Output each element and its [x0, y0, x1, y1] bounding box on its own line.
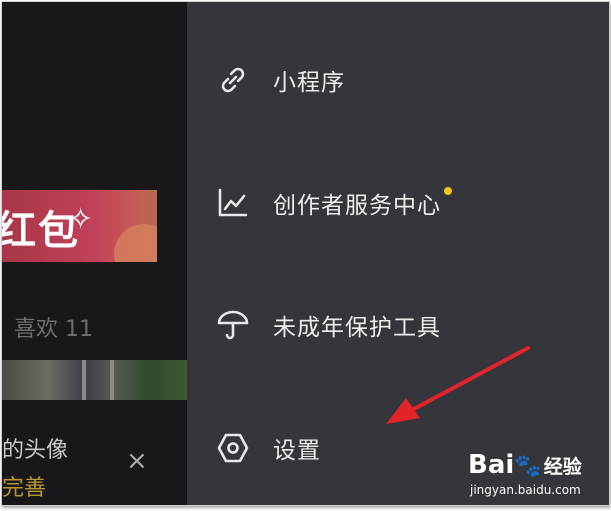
- paw-icon: 🐾: [514, 454, 542, 479]
- watermark-logo-text: Bai: [468, 450, 515, 480]
- complete-profile-link[interactable]: 完善: [2, 470, 46, 502]
- avatar-prompt-text: 的头像: [2, 438, 69, 463]
- hexagon-settings-icon: [215, 430, 251, 466]
- baidu-jingyan-watermark: Bai🐾 经验 jingyan.baidu.com: [468, 450, 608, 502]
- watermark-logo: Bai🐾 经验: [468, 450, 582, 480]
- menu-item-label: 设置: [273, 438, 321, 464]
- likes-tab[interactable]: 喜欢 11: [14, 311, 93, 343]
- screenshot-frame: 红包 ✧ 喜欢 11 的头像 完善 × 小程序 创作者服务中心 未成年保护工具 …: [1, 1, 610, 506]
- promo-banner[interactable]: 红包 ✧: [2, 190, 157, 262]
- menu-item-label: 小程序: [273, 70, 345, 96]
- image-detail: [110, 360, 114, 400]
- menu-item-mini-programs[interactable]: 小程序: [215, 58, 345, 102]
- notification-dot: [444, 187, 452, 195]
- umbrella-icon: [215, 307, 251, 343]
- close-icon[interactable]: ×: [126, 448, 148, 474]
- image-detail: [82, 360, 86, 400]
- link-icon: [215, 62, 251, 98]
- background-page: 红包 ✧ 喜欢 11 的头像 完善 ×: [2, 2, 187, 505]
- chart-icon: [215, 185, 251, 221]
- menu-item-label: 创作者服务中心: [273, 193, 441, 219]
- banner-decoration: [114, 224, 157, 262]
- watermark-logo-suffix: 经验: [543, 456, 582, 478]
- menu-item-label: 未成年保护工具: [273, 315, 441, 341]
- watermark-url: jingyan.baidu.com: [470, 483, 581, 497]
- thumbnail-image[interactable]: [2, 360, 187, 400]
- annotation-arrow: [386, 346, 530, 424]
- menu-item-minor-protection[interactable]: 未成年保护工具: [215, 303, 441, 347]
- sparkle-icon: ✧: [68, 202, 94, 237]
- menu-item-creator-center[interactable]: 创作者服务中心: [215, 181, 452, 225]
- menu-item-settings[interactable]: 设置: [215, 426, 321, 470]
